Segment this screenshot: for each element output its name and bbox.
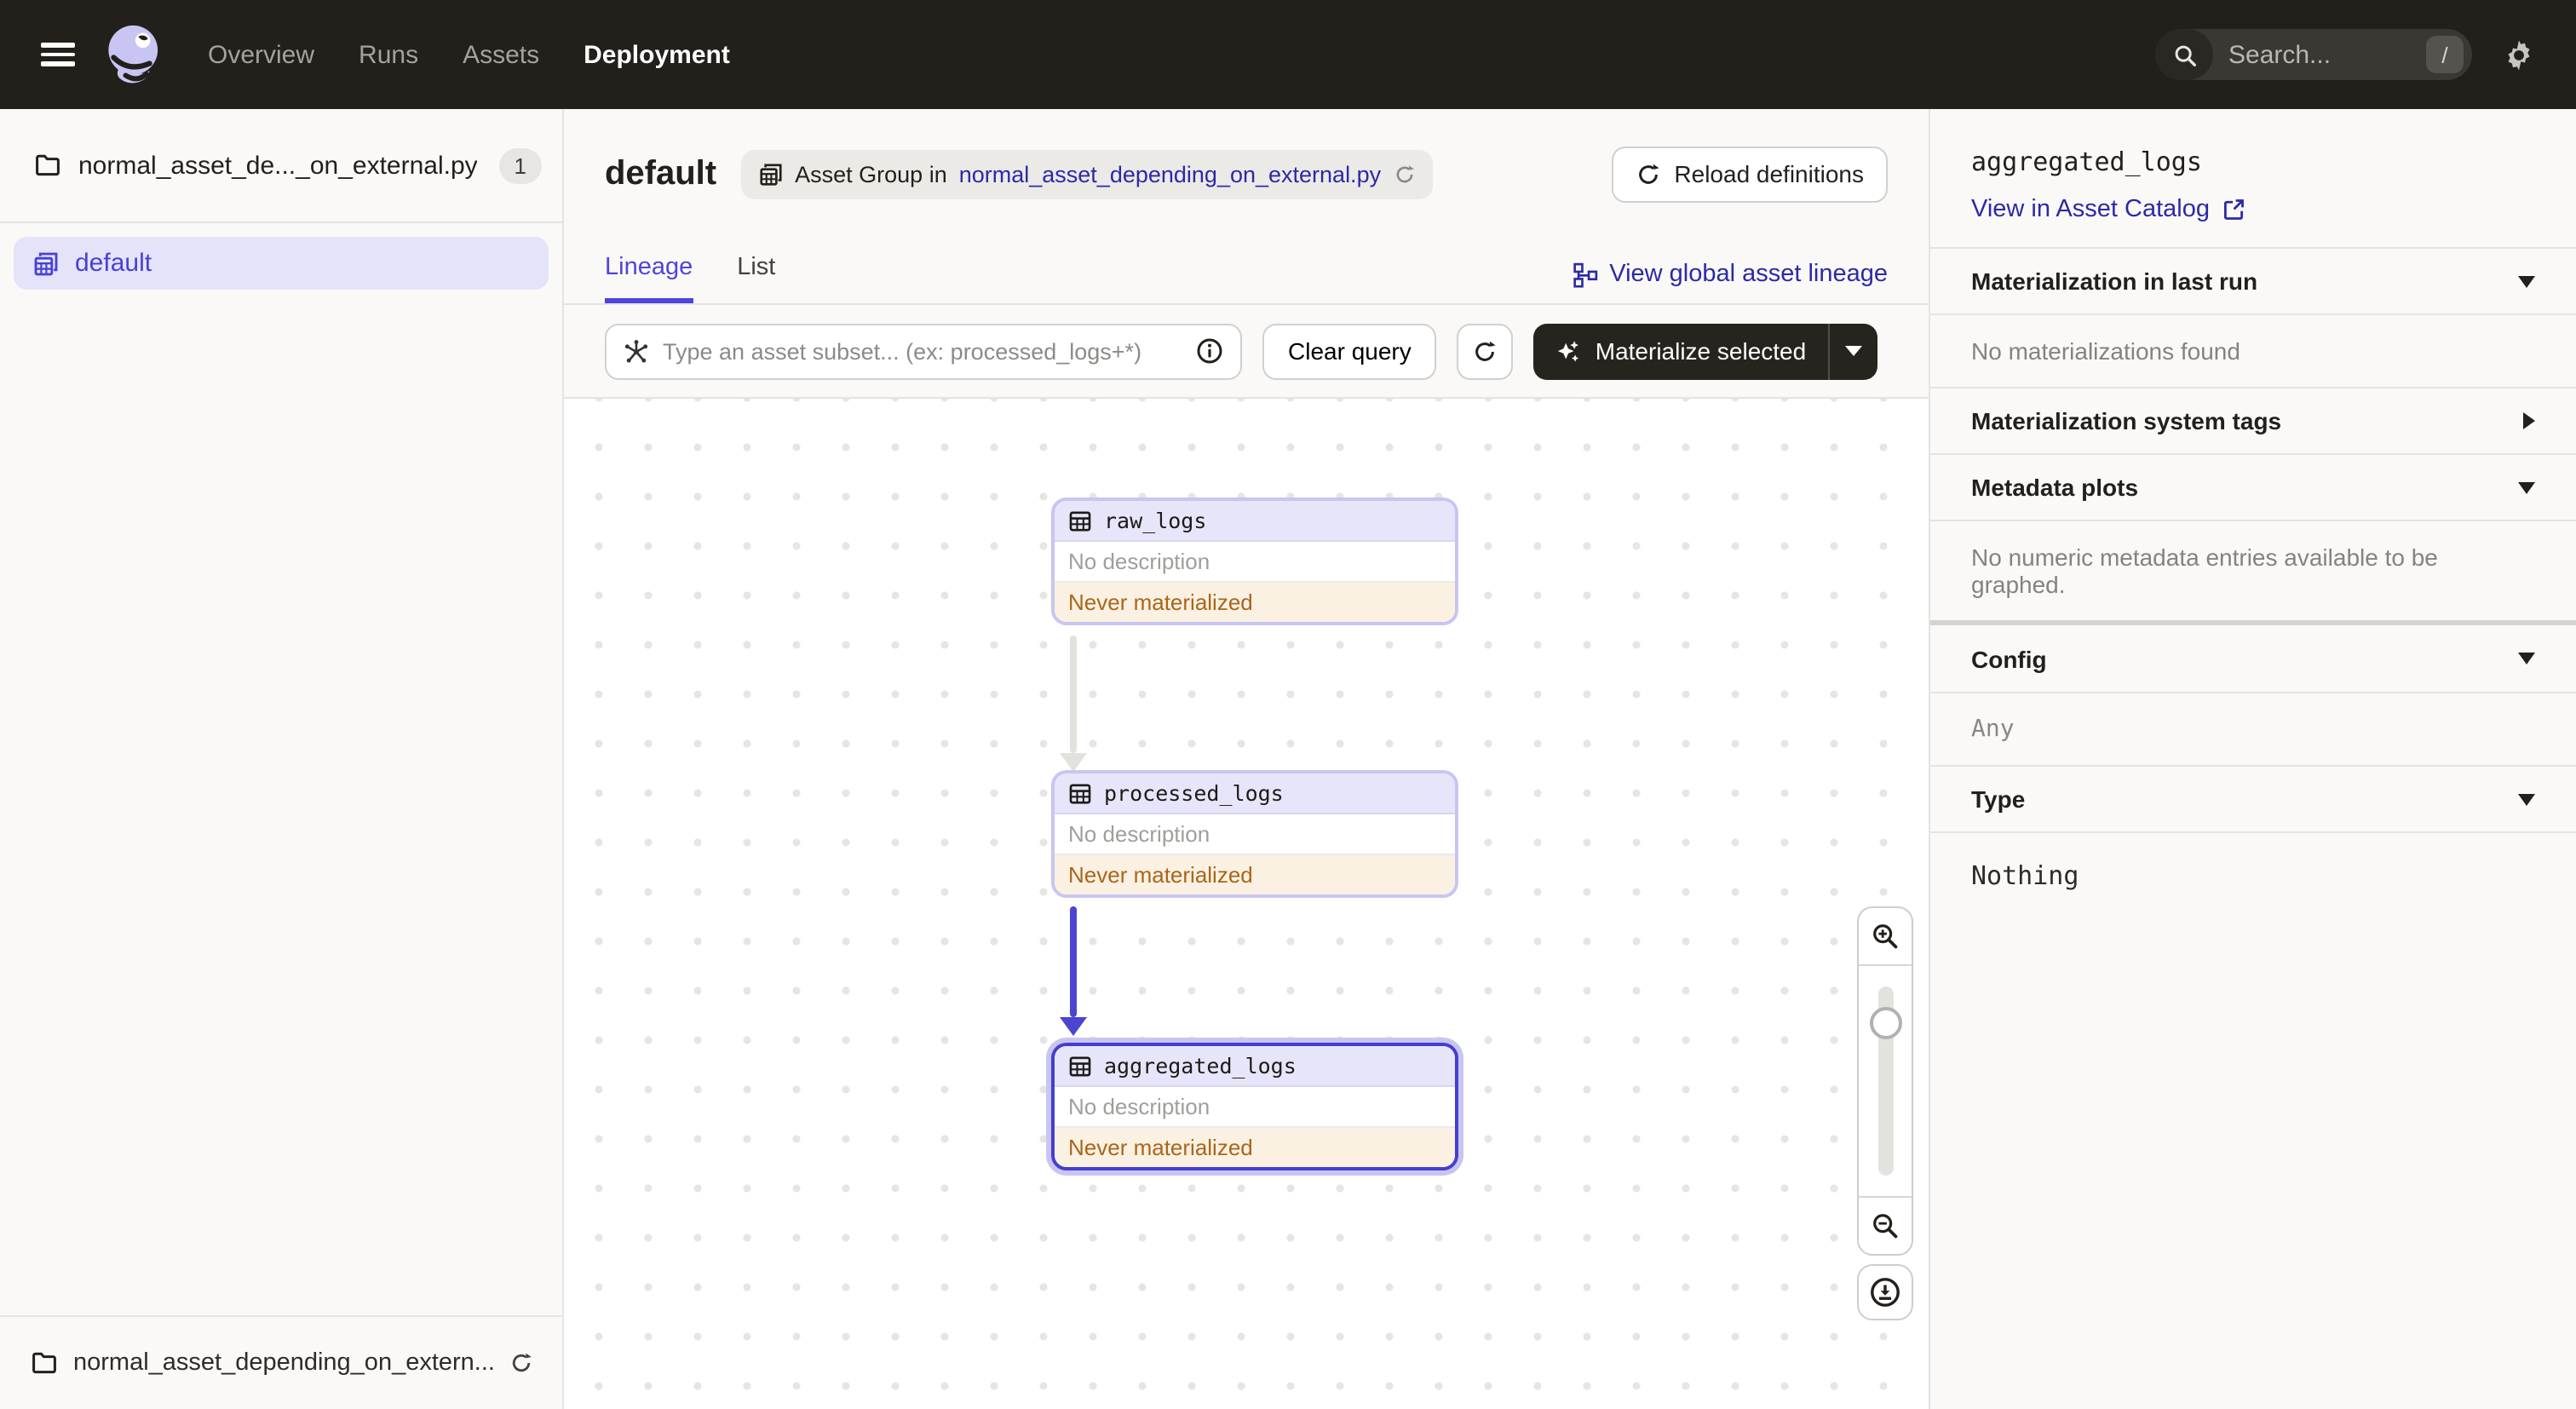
section-materialization-last-run[interactable]: Materialization in last run bbox=[1930, 247, 2576, 313]
lineage-canvas[interactable]: raw_logs No description Never materializ… bbox=[564, 399, 1929, 1409]
lineage-graph-icon bbox=[1572, 262, 1597, 287]
materialization-empty-text: No materializations found bbox=[1930, 313, 2576, 387]
chevron-down-icon bbox=[1845, 346, 1863, 356]
dagster-app: Overview Runs Assets Deployment Search..… bbox=[0, 0, 2576, 1409]
reload-icon bbox=[1473, 338, 1498, 364]
search-icon bbox=[2155, 29, 2213, 80]
zoom-in-button[interactable] bbox=[1859, 908, 1912, 966]
section-materialization-system-tags[interactable]: Materialization system tags bbox=[1930, 387, 2576, 453]
asset-node-raw-logs[interactable]: raw_logs No description Never materializ… bbox=[1051, 497, 1458, 625]
asset-status: Never materialized bbox=[1055, 583, 1455, 622]
asset-group-tag: Asset Group in normal_asset_depending_on… bbox=[740, 149, 1433, 198]
sidebar-item-workspace[interactable]: normal_asset_de..._on_external.py 1 bbox=[0, 109, 562, 223]
zoom-control bbox=[1857, 906, 1913, 1256]
nav-runs[interactable]: Runs bbox=[359, 40, 418, 69]
search-input[interactable]: Search... / bbox=[2155, 29, 2472, 80]
table-icon bbox=[1068, 1054, 1092, 1078]
reload-icon[interactable] bbox=[510, 1351, 534, 1375]
view-tabs: Lineage List View global asset lineage bbox=[564, 239, 1929, 305]
zoom-in-icon bbox=[1871, 922, 1900, 951]
asset-node-processed-logs[interactable]: processed_logs No description Never mate… bbox=[1051, 770, 1458, 898]
nav-overview[interactable]: Overview bbox=[208, 40, 314, 69]
sparkles-icon bbox=[1556, 338, 1582, 364]
sidebar-item-default-group[interactable]: default bbox=[14, 237, 549, 290]
asset-group-icon bbox=[32, 250, 60, 277]
reload-icon[interactable] bbox=[1393, 163, 1415, 185]
asset-description: No description bbox=[1055, 814, 1455, 855]
asset-subset-query[interactable] bbox=[605, 323, 1242, 379]
tab-list[interactable]: List bbox=[737, 254, 775, 303]
workspace-count-badge: 1 bbox=[498, 147, 542, 183]
reload-definitions-button[interactable]: Reload definitions bbox=[1611, 146, 1888, 202]
zoom-out-icon bbox=[1871, 1211, 1900, 1240]
top-nav-bar: Overview Runs Assets Deployment Search..… bbox=[0, 0, 2576, 109]
page-title: default bbox=[605, 154, 717, 192]
group-name: default bbox=[75, 249, 152, 278]
folder-icon bbox=[34, 152, 61, 179]
config-value: Any bbox=[1930, 692, 2576, 765]
chevron-right-icon bbox=[2523, 412, 2535, 429]
workspace-name: normal_asset_de..._on_external.py bbox=[78, 151, 478, 180]
primary-nav: Overview Runs Assets Deployment bbox=[208, 40, 730, 69]
edge-processed-to-aggregated bbox=[1060, 906, 1087, 1036]
materialize-options-dropdown[interactable] bbox=[1830, 323, 1877, 379]
section-config[interactable]: Config bbox=[1930, 625, 2576, 692]
zoom-slider-thumb[interactable] bbox=[1869, 1007, 1901, 1039]
asset-description: No description bbox=[1055, 1087, 1455, 1128]
asset-subset-input[interactable] bbox=[663, 338, 1182, 364]
section-type[interactable]: Type bbox=[1930, 765, 2576, 831]
download-icon bbox=[1869, 1276, 1901, 1308]
table-icon bbox=[1068, 781, 1092, 805]
section-metadata-plots[interactable]: Metadata plots bbox=[1930, 453, 2576, 520]
search-shortcut-badge: / bbox=[2426, 36, 2464, 73]
view-in-asset-catalog-link[interactable]: View in Asset Catalog bbox=[1971, 196, 2245, 223]
main-content: default Asset Group in normal_asset_depe… bbox=[564, 109, 1929, 1409]
clear-query-button[interactable]: Clear query bbox=[1262, 323, 1437, 379]
chevron-down-icon bbox=[2518, 653, 2535, 664]
panel-asset-name: aggregated_logs bbox=[1971, 147, 2202, 177]
nav-assets[interactable]: Assets bbox=[463, 40, 539, 69]
folder-icon bbox=[31, 1349, 58, 1377]
workspace-sidebar: normal_asset_de..._on_external.py 1 defa… bbox=[0, 109, 564, 1409]
asset-detail-panel: aggregated_logs View in Asset Catalog Ma… bbox=[1929, 109, 2576, 1409]
tag-code-location-link[interactable]: normal_asset_depending_on_external.py bbox=[959, 161, 1381, 187]
materialize-selected-button[interactable]: Materialize selected bbox=[1534, 323, 1828, 379]
materialize-selected-split-button: Materialize selected bbox=[1533, 323, 1878, 379]
nav-deployment[interactable]: Deployment bbox=[584, 40, 730, 69]
metadata-plots-empty-text: No numeric metadata entries available to… bbox=[1930, 520, 2576, 620]
info-icon[interactable] bbox=[1196, 337, 1223, 365]
asset-status: Never materialized bbox=[1055, 1128, 1455, 1167]
chevron-down-icon bbox=[2518, 481, 2535, 493]
asset-node-aggregated-logs[interactable]: aggregated_logs No description Never mat… bbox=[1051, 1043, 1458, 1170]
zoom-out-button[interactable] bbox=[1859, 1196, 1912, 1254]
tab-lineage[interactable]: Lineage bbox=[605, 254, 693, 303]
query-graph-icon bbox=[624, 338, 649, 364]
download-graph-button[interactable] bbox=[1857, 1264, 1913, 1320]
asset-name: raw_logs bbox=[1104, 508, 1207, 533]
chevron-down-icon bbox=[2518, 275, 2535, 287]
dagster-logo[interactable] bbox=[99, 15, 170, 94]
graph-toolbar: Clear query Materialize selected bbox=[564, 305, 1929, 399]
gear-icon[interactable] bbox=[2503, 38, 2535, 71]
asset-status: Never materialized bbox=[1055, 855, 1455, 894]
edge-raw-to-processed bbox=[1060, 635, 1087, 772]
sidebar-footer-code-location[interactable]: normal_asset_depending_on_extern... bbox=[0, 1315, 562, 1409]
chevron-down-icon bbox=[2518, 793, 2535, 805]
asset-name: processed_logs bbox=[1104, 780, 1284, 806]
external-link-icon bbox=[2222, 198, 2245, 221]
reload-icon bbox=[1635, 161, 1660, 187]
asset-name: aggregated_logs bbox=[1104, 1053, 1297, 1078]
tag-prefix: Asset Group in bbox=[795, 161, 947, 187]
asset-group-icon bbox=[757, 161, 783, 187]
refresh-graph-button[interactable] bbox=[1457, 323, 1514, 379]
asset-description: No description bbox=[1055, 542, 1455, 583]
hamburger-icon[interactable] bbox=[41, 43, 75, 66]
view-global-asset-lineage-link[interactable]: View global asset lineage bbox=[1572, 261, 1888, 288]
search-placeholder: Search... bbox=[2228, 40, 2332, 69]
table-icon bbox=[1068, 509, 1092, 532]
code-location-name: normal_asset_depending_on_extern... bbox=[73, 1349, 495, 1377]
type-value: Nothing bbox=[1930, 831, 2576, 922]
